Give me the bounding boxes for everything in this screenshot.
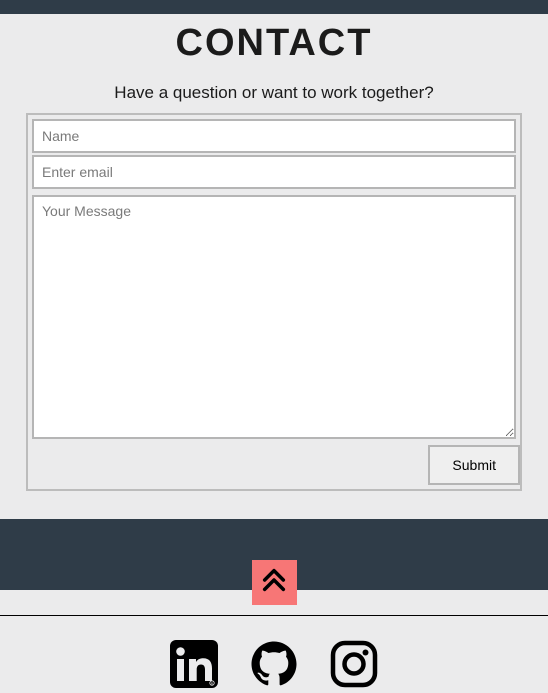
social-links: R <box>0 640 548 693</box>
top-bar <box>0 0 548 14</box>
instagram-link[interactable] <box>330 640 378 693</box>
instagram-icon <box>330 640 378 693</box>
page-title: CONTACT <box>26 22 522 65</box>
email-input[interactable] <box>32 155 516 189</box>
linkedin-link[interactable]: R <box>170 640 218 693</box>
page-subtitle: Have a question or want to work together… <box>26 83 522 103</box>
submit-row: Submit <box>30 441 518 487</box>
github-link[interactable] <box>250 640 298 693</box>
submit-button[interactable]: Submit <box>428 445 520 485</box>
contact-section: CONTACT Have a question or want to work … <box>0 14 548 509</box>
contact-form: Submit <box>26 113 522 491</box>
scroll-to-top-button[interactable] <box>252 560 297 605</box>
message-textarea[interactable] <box>32 195 516 439</box>
github-icon <box>250 640 298 693</box>
name-input[interactable] <box>32 119 516 153</box>
angle-double-up-icon <box>260 566 288 599</box>
divider <box>0 615 548 616</box>
linkedin-icon: R <box>170 640 218 693</box>
